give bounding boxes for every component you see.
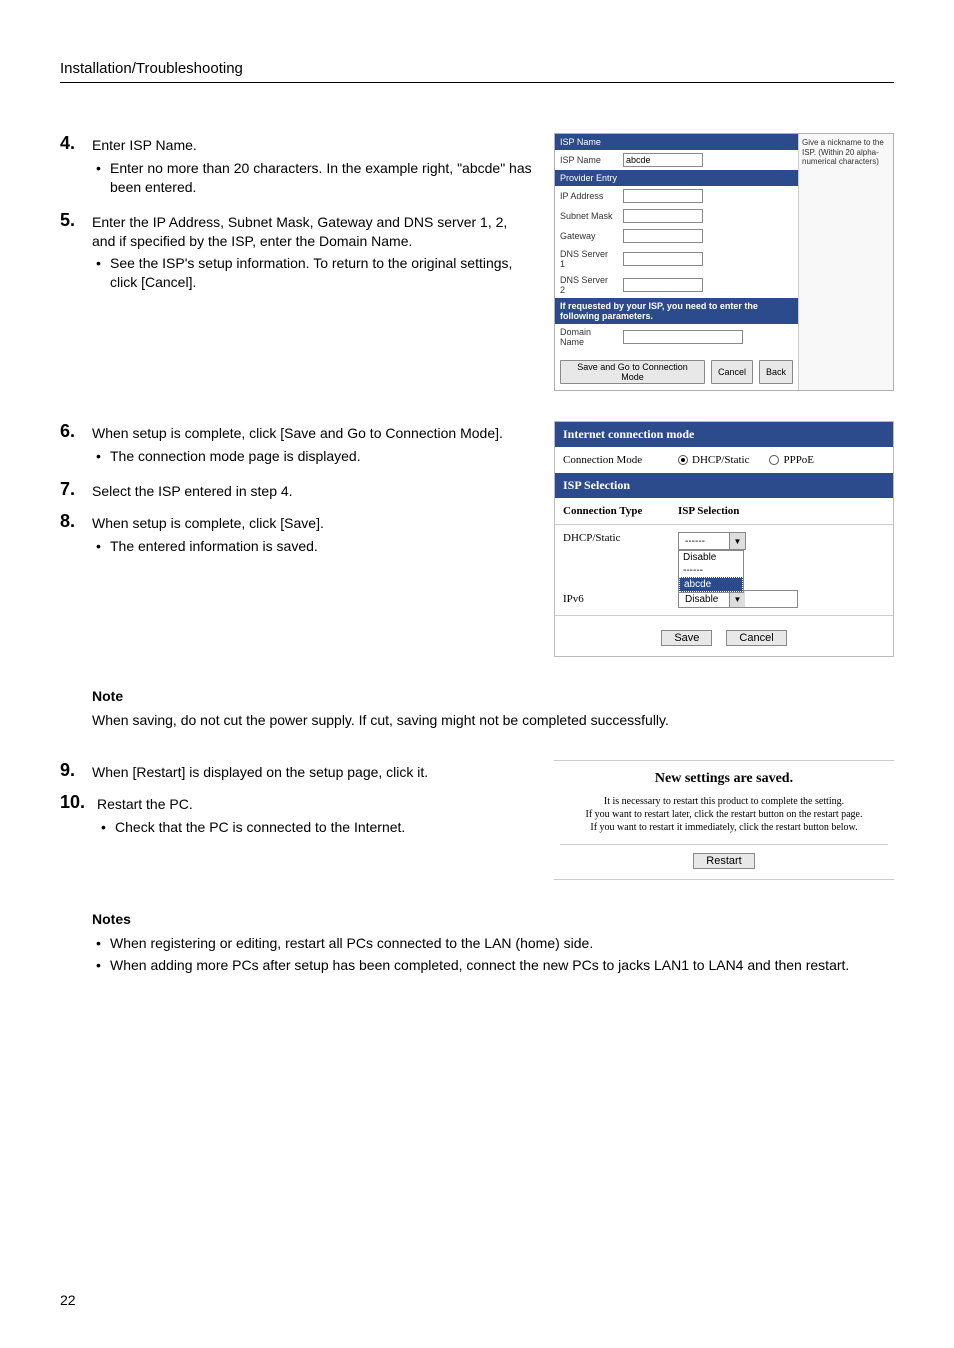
fig2-radio-dhcp-label: DHCP/Static [692,454,749,466]
radio-icon [769,455,779,465]
fig1-label-ispname: ISP Name [560,155,615,165]
fig1-bar-provider: Provider Entry [555,170,798,186]
fig2-row-ipv6-label: IPv6 [563,593,668,605]
step-5: 5. Enter the IP Address, Subnet Mask, Ga… [60,210,534,296]
step-9: 9. When [Restart] is displayed on the se… [60,760,534,782]
notes-2-bullet-1: When adding more PCs after setup has bee… [92,956,894,975]
fig2-save-button[interactable]: Save [661,630,712,646]
fig1-bar-ispname: ISP Name [555,134,798,150]
page-header: Installation/Troubleshooting [60,60,894,83]
step-5-text: Enter the IP Address, Subnet Mask, Gatew… [92,214,507,249]
radio-icon [678,455,688,465]
step-4-text: Enter ISP Name. [92,137,197,153]
fig2-label-mode: Connection Mode [563,454,668,466]
step-9-text: When [Restart] is displayed on the setup… [92,764,428,780]
figure-2: Internet connection mode Connection Mode… [554,421,894,657]
fig2-bar-ispsel: ISP Selection [555,473,893,498]
block-steps-6-8: 6. When setup is complete, click [Save a… [60,421,894,657]
fig1-label-domain: Domain Name [560,327,615,347]
fig1-input-domain[interactable] [623,330,743,344]
block-steps-9-10: 9. When [Restart] is displayed on the se… [60,760,894,880]
step-6-bullet-0: The connection mode page is displayed. [92,447,534,466]
step-10: 10. Restart the PC. Check that the PC is… [60,792,534,840]
step-6: 6. When setup is complete, click [Save a… [60,421,534,469]
chevron-down-icon: ▼ [729,591,745,607]
fig2-radio-pppoe[interactable]: PPPoE [769,454,814,466]
fig1-side-note: Give a nickname to the ISP. (Within 20 a… [798,134,893,390]
fig2-dropdown-list: Disable ------ abcde [678,550,744,593]
step-6-text: When setup is complete, click [Save and … [92,425,503,441]
page-number: 22 [60,1292,76,1308]
step-7: 7. Select the ISP entered in step 4. [60,479,534,501]
chevron-down-icon: ▼ [729,533,745,549]
fig2-col-type: Connection Type [563,505,668,517]
fig1-input-dns2[interactable] [623,278,703,292]
textcol-9-10: 9. When [Restart] is displayed on the se… [60,760,534,850]
page-content: 4. Enter ISP Name. Enter no more than 20… [60,133,894,978]
fig2-option-disable[interactable]: Disable [679,551,743,564]
fig2-option-abcde[interactable]: abcde [679,577,743,592]
step-5-num: 5. [60,210,80,296]
fig2-option-dash[interactable]: ------ [679,564,743,577]
fig3-line-1: It is necessary to restart this product … [560,795,888,808]
figure-3: New settings are saved. It is necessary … [554,760,894,880]
fig1-input-ip[interactable] [623,189,703,203]
step-8-bullet-0: The entered information is saved. [92,537,534,556]
fig1-label-dns2: DNS Server 2 [560,275,615,295]
textcol-4-5: 4. Enter ISP Name. Enter no more than 20… [60,133,534,305]
notes-2-bullet-0: When registering or editing, restart all… [92,934,894,953]
fig2-select-dhcp[interactable]: ------ ▼ Disable ------ abcde [678,532,746,550]
fig1-cancel-button[interactable]: Cancel [711,360,753,384]
fig1-label-gateway: Gateway [560,231,615,241]
fig1-save-go-button[interactable]: Save and Go to Connection Mode [560,360,705,384]
fig1-input-gateway[interactable] [623,229,703,243]
fig1-input-subnet[interactable] [623,209,703,223]
step-6-num: 6. [60,421,80,469]
textcol-6-8: 6. When setup is complete, click [Save a… [60,421,534,568]
fig2-radio-dhcp[interactable]: DHCP/Static [678,454,749,466]
step-9-num: 9. [60,760,80,782]
notes-2-title: Notes [92,910,894,930]
fig2-cancel-button[interactable]: Cancel [726,630,786,646]
fig1-input-ispname[interactable] [623,153,703,167]
note-1: Note When saving, do not cut the power s… [92,687,894,730]
step-4-num: 4. [60,133,80,200]
fig3-restart-button[interactable]: Restart [693,853,754,869]
fig1-label-dns1: DNS Server 1 [560,249,615,269]
fig2-col-sel: ISP Selection [678,505,739,517]
note-1-title: Note [92,687,894,707]
figure-1: ISP Name ISP Name Provider Entry IP Addr… [554,133,894,391]
step-7-text: Select the ISP entered in step 4. [92,483,293,499]
fig3-line-3: If you want to restart it immediately, c… [560,821,888,834]
fig2-select-ipv6-value: Disable [679,594,729,605]
fig2-select-dhcp-value: ------ [679,536,729,547]
step-7-num: 7. [60,479,80,501]
step-10-bullet-0: Check that the PC is connected to the In… [97,818,534,837]
note-1-body: When saving, do not cut the power supply… [92,711,894,731]
step-8-text: When setup is complete, click [Save]. [92,515,324,531]
fig2-bar-mode: Internet connection mode [555,422,893,447]
fig2-radio-pppoe-label: PPPoE [783,454,814,466]
fig1-input-dns1[interactable] [623,252,703,266]
fig1-bar-ifrequested: If requested by your ISP, you need to en… [555,298,798,324]
step-4-bullet-0: Enter no more than 20 characters. In the… [92,159,534,197]
step-8-num: 8. [60,511,80,559]
fig1-back-button[interactable]: Back [759,360,793,384]
step-4: 4. Enter ISP Name. Enter no more than 20… [60,133,534,200]
fig1-label-ip: IP Address [560,191,615,201]
fig1-label-subnet: Subnet Mask [560,211,615,221]
step-8: 8. When setup is complete, click [Save].… [60,511,534,559]
step-10-num: 10. [60,792,85,840]
fig3-line-2: If you want to restart later, click the … [560,808,888,821]
fig3-title: New settings are saved. [560,771,888,787]
step-5-bullet-0: See the ISP's setup information. To retu… [92,254,534,292]
block-steps-4-5: 4. Enter ISP Name. Enter no more than 20… [60,133,894,391]
notes-2: Notes When registering or editing, resta… [92,910,894,977]
fig2-row-dhcp-label: DHCP/Static [563,532,668,544]
step-10-text: Restart the PC. [97,796,193,812]
